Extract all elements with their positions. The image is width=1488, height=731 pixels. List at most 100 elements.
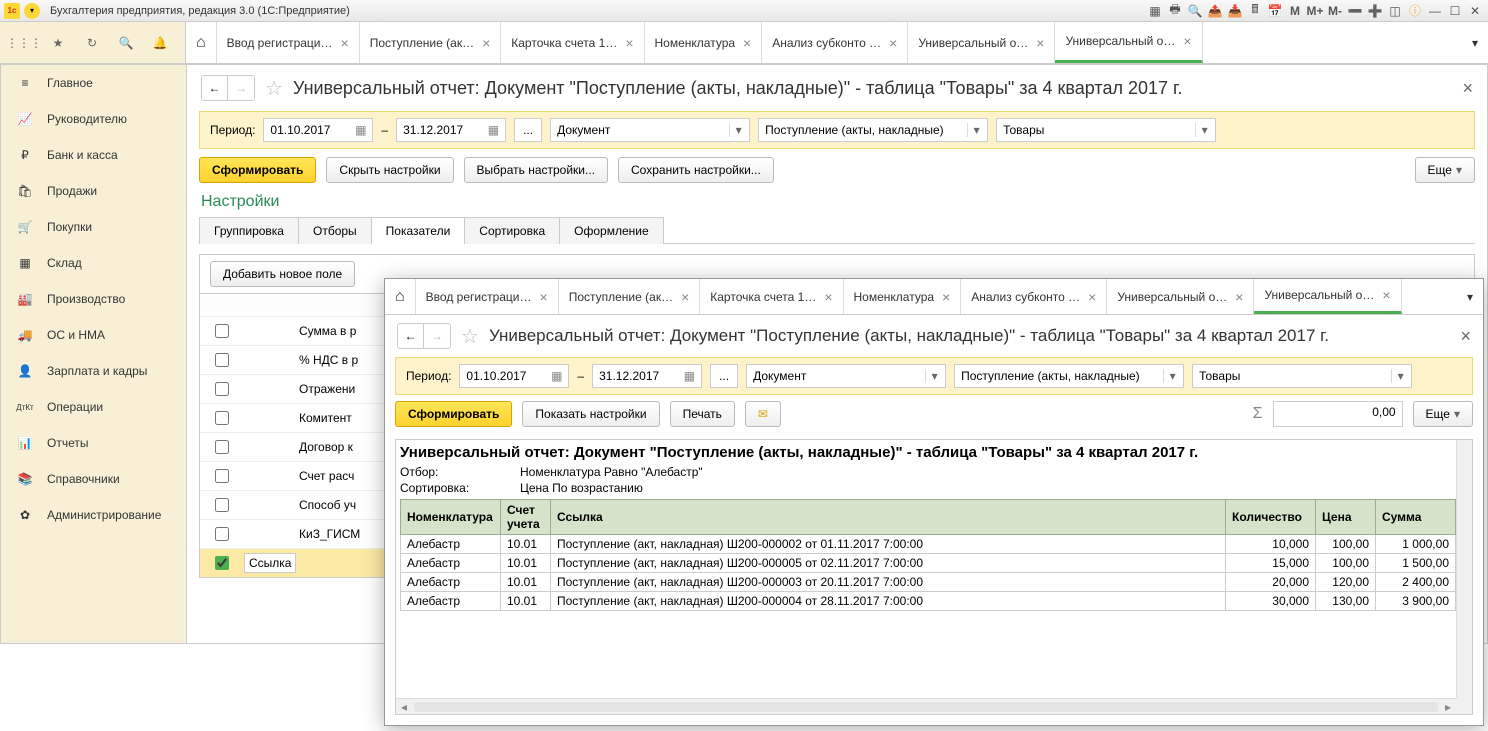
m-button[interactable]: M [1286,2,1304,20]
sidebar-item[interactable]: 🛒Покупки [1,209,186,245]
close-icon[interactable]: × [743,35,751,51]
print-icon[interactable]: 🖶 [1166,2,1184,20]
tab-item[interactable]: Ввод регистраци…× [416,279,559,314]
sidebar-item[interactable]: 🏭Производство [1,281,186,317]
close-icon[interactable]: × [824,289,832,305]
field-checkbox[interactable] [215,411,229,425]
more-button[interactable]: Еще [1415,157,1475,183]
save-settings-button[interactable]: Сохранить настройки... [618,157,774,183]
more-button[interactable]: Еще [1413,401,1473,427]
tab-item[interactable]: Универсальный о…× [1107,279,1254,314]
tab-item[interactable]: Карточка счета 1…× [501,22,644,63]
type-select-1[interactable]: Документ▾ [746,364,946,388]
type-select-1[interactable]: Документ▾ [550,118,750,142]
field-checkbox[interactable] [215,556,229,570]
close-icon[interactable]: × [1382,287,1390,303]
tab-item[interactable]: Поступление (ак…× [360,22,502,63]
close-icon[interactable]: × [942,289,950,305]
tool-icon[interactable]: 📥 [1226,2,1244,20]
zoom-out-icon[interactable]: ➖ [1346,2,1364,20]
bell-icon[interactable]: 🔔 [152,35,168,51]
close-icon[interactable]: × [1183,33,1191,49]
close-icon[interactable]: × [625,35,633,51]
calendar-icon[interactable]: ▦ [551,369,562,383]
form-button[interactable]: Сформировать [395,401,512,427]
close-icon[interactable]: × [1036,35,1044,51]
horizontal-scrollbar[interactable]: ◂▸ [396,698,1456,714]
sidebar-item[interactable]: ▦Склад [1,245,186,281]
close-icon[interactable]: × [1460,326,1471,347]
tab-item[interactable]: Номенклатура× [844,279,962,314]
calc-icon[interactable]: 🖩 [1246,2,1264,20]
tab-item[interactable]: Поступление (ак…× [559,279,701,314]
close-icon[interactable]: × [482,35,490,51]
calendar-icon[interactable]: ▦ [355,123,366,137]
zoom-in-icon[interactable]: ➕ [1366,2,1384,20]
close-icon[interactable]: × [1462,78,1473,99]
table-row[interactable]: Алебастр10.01Поступление (акт, накладная… [401,592,1456,611]
home-tab[interactable]: ⌂ [186,22,217,63]
type-select-2[interactable]: Поступление (акты, накладные)▾ [758,118,988,142]
favorite-icon[interactable]: ☆ [461,324,479,349]
m-minus-button[interactable]: M- [1326,2,1344,20]
sum-icon[interactable]: Σ [1253,405,1263,423]
home-tab[interactable]: ⌂ [385,279,416,314]
settings-tab[interactable]: Отборы [298,217,372,244]
sidebar-item[interactable]: ДтКтОперации [1,389,186,425]
field-checkbox[interactable] [215,440,229,454]
preview-icon[interactable]: 🔍 [1186,2,1204,20]
table-row[interactable]: Алебастр10.01Поступление (акт, накладная… [401,573,1456,592]
sidebar-item[interactable]: ≡Главное [1,65,186,101]
calendar-icon[interactable]: ▦ [684,369,695,383]
tab-item[interactable]: Анализ субконто …× [762,22,908,63]
sidebar-item[interactable]: 📚Справочники [1,461,186,497]
tool-icon[interactable]: 📤 [1206,2,1224,20]
field-checkbox[interactable] [215,498,229,512]
sidebar-item[interactable]: 🛍Продажи [1,173,186,209]
settings-tab[interactable]: Сортировка [464,217,560,244]
search-icon[interactable]: 🔍 [118,35,134,51]
close-icon[interactable]: × [1088,289,1096,305]
forward-button[interactable]: → [228,76,254,100]
choose-settings-button[interactable]: Выбрать настройки... [464,157,608,183]
back-button[interactable]: ← [398,324,424,348]
hide-settings-button[interactable]: Скрыть настройки [326,157,453,183]
back-button[interactable]: ← [202,76,228,100]
add-field-button[interactable]: Добавить новое поле [210,261,355,287]
calendar-icon[interactable]: 📅 [1266,2,1284,20]
mail-button[interactable]: ✉ [745,401,781,427]
period-picker-button[interactable]: ... [710,364,738,388]
apps-icon[interactable]: ⋮⋮⋮ [16,35,32,51]
close-icon[interactable]: × [889,35,897,51]
tab-menu[interactable]: ▾ [1457,279,1483,314]
calendar-icon[interactable]: ▦ [488,123,499,137]
favorite-icon[interactable]: ☆ [265,76,283,101]
date-to-input[interactable]: 31.12.2017▦ [592,364,702,388]
tab-item[interactable]: Универсальный о…× [908,22,1055,63]
field-checkbox[interactable] [215,527,229,541]
field-checkbox[interactable] [215,353,229,367]
field-checkbox[interactable] [215,382,229,396]
tab-item[interactable]: Номенклатура× [645,22,763,63]
tab-item[interactable]: Карточка счета 1…× [700,279,843,314]
tab-item[interactable]: Универсальный о…× [1254,279,1401,314]
tab-menu[interactable]: ▾ [1462,22,1488,63]
close-icon[interactable]: × [341,35,349,51]
minimize-button[interactable]: — [1426,2,1444,20]
field-checkbox[interactable] [215,469,229,483]
table-row[interactable]: Алебастр10.01Поступление (акт, накладная… [401,554,1456,573]
type-select-3[interactable]: Товары▾ [1192,364,1412,388]
print-button[interactable]: Печать [670,401,735,427]
show-settings-button[interactable]: Показать настройки [522,401,659,427]
panel-icon[interactable]: ◫ [1386,2,1404,20]
history-icon[interactable]: ↻ [84,35,100,51]
settings-tab[interactable]: Показатели [371,217,466,244]
date-to-input[interactable]: 31.12.2017▦ [396,118,506,142]
forward-button[interactable]: → [424,324,450,348]
settings-tab[interactable]: Группировка [199,217,299,244]
date-from-input[interactable]: 01.10.2017▦ [263,118,373,142]
type-select-3[interactable]: Товары▾ [996,118,1216,142]
toolbar-icon[interactable]: ▦ [1146,2,1164,20]
period-picker-button[interactable]: ... [514,118,542,142]
vertical-scrollbar[interactable] [1456,440,1472,698]
